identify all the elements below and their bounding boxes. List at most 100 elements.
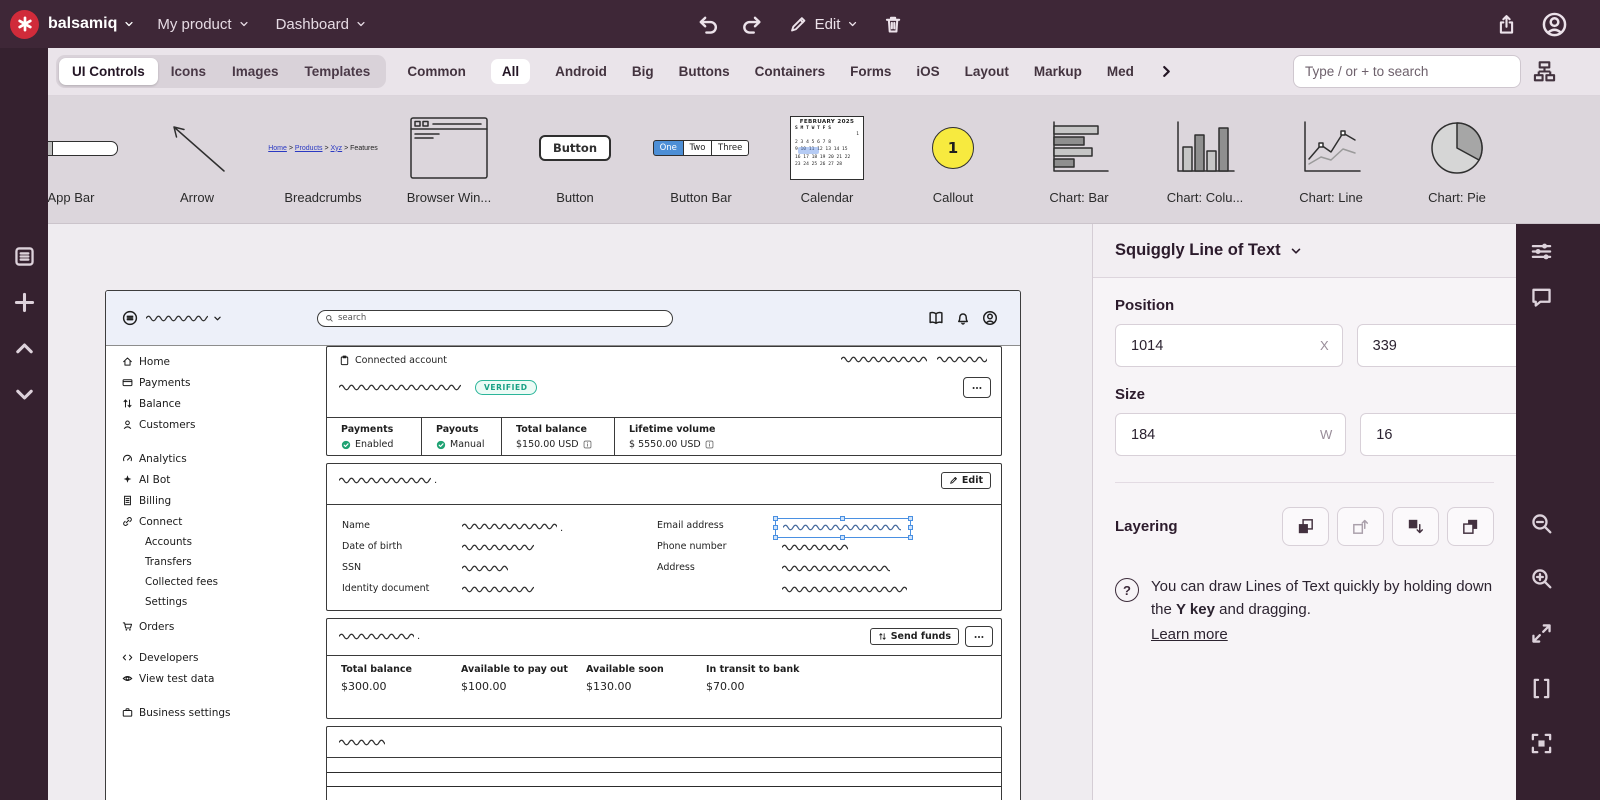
selection-handle-ne[interactable]	[908, 516, 913, 521]
next-page-icon[interactable]	[13, 383, 36, 406]
tab-icons[interactable]: Icons	[158, 58, 219, 85]
inspector-icon[interactable]	[1530, 240, 1553, 263]
palette-item-calendar[interactable]: FEBRUARY 2025 S M T W T F S 1 2 3 4 5 6 …	[764, 96, 890, 205]
mockup-nav-subitem[interactable]: Accounts	[122, 532, 318, 552]
details-title-squiggle[interactable]	[339, 476, 431, 485]
palette-item-chart-column[interactable]: Chart: Colu...	[1142, 96, 1268, 205]
edit-menu[interactable]: Edit	[789, 15, 858, 34]
share-icon[interactable]	[1496, 14, 1517, 35]
bring-forward-button[interactable]	[1337, 507, 1384, 546]
notifications-icon[interactable]	[955, 310, 971, 326]
zoom-in-icon[interactable]	[1530, 567, 1553, 590]
palette-item-chart-pie[interactable]: Chart: Pie	[1394, 96, 1520, 205]
mockup-nav-item[interactable]: Home	[122, 351, 318, 372]
palette-item-arrow[interactable]: Arrow	[134, 96, 260, 205]
presentation-icon[interactable]	[1530, 677, 1553, 700]
brand-menu[interactable]: balsamiq	[48, 15, 134, 33]
mockup-table-card[interactable]	[326, 726, 1002, 800]
project-menu[interactable]: My product	[157, 16, 248, 33]
palette-item-browser-window[interactable]: Browser Win...	[386, 96, 512, 205]
mockup-nav-item[interactable]: Developers	[122, 647, 318, 668]
redo-icon[interactable]	[743, 14, 764, 35]
category-forms[interactable]: Forms	[850, 64, 891, 79]
palette-item-callout[interactable]: 1 Callout	[890, 96, 1016, 205]
selection-handle-w[interactable]	[773, 525, 778, 530]
mockup-header[interactable]: search	[106, 291, 1020, 346]
mockup-nav-item[interactable]: AI Bot	[122, 469, 318, 490]
account-name-squiggle[interactable]	[339, 383, 461, 392]
field-value-squiggle[interactable]: .	[462, 516, 563, 535]
field-value-squiggle[interactable]	[782, 579, 907, 598]
category-buttons[interactable]: Buttons	[679, 64, 730, 79]
width-input[interactable]	[1129, 426, 1320, 444]
mockup-nav-item[interactable]: Analytics	[122, 448, 318, 469]
selected-squiggle[interactable]	[775, 518, 911, 538]
fullscreen-icon[interactable]	[1530, 622, 1553, 645]
x-input[interactable]	[1129, 337, 1320, 355]
selection-handle-se[interactable]	[908, 535, 913, 540]
profile-icon[interactable]	[982, 310, 998, 326]
mockup-nav-subitem[interactable]: Transfers	[122, 552, 318, 572]
category-layout[interactable]: Layout	[965, 64, 1009, 79]
send-to-back-button[interactable]	[1447, 507, 1494, 546]
comments-icon[interactable]	[1530, 286, 1553, 309]
tab-images[interactable]: Images	[219, 58, 292, 85]
mockup-logo-squiggle[interactable]	[146, 314, 208, 323]
mockup-nav-item[interactable]: Balance	[122, 393, 318, 414]
field-value-squiggle[interactable]	[462, 558, 508, 577]
category-containers[interactable]: Containers	[755, 64, 826, 79]
mockup-search-bar[interactable]: search	[317, 310, 673, 327]
send-funds-button[interactable]: Send funds	[870, 628, 959, 645]
palette-item-button-bar[interactable]: OneTwoThree Button Bar	[638, 96, 764, 205]
mockup-nav-item[interactable]: Connect	[122, 511, 318, 532]
selection-handle-s[interactable]	[840, 535, 845, 540]
previous-page-icon[interactable]	[13, 337, 36, 360]
mockup-nav-item[interactable]: Business settings	[122, 702, 318, 723]
palette-item-breadcrumbs[interactable]: Home > Products > Xyz > Features Breadcr…	[260, 96, 386, 205]
mockup-account-card[interactable]: Connected account VERIFIED	[326, 346, 1002, 456]
zoom-out-icon[interactable]	[1530, 512, 1553, 535]
selection-handle-n[interactable]	[840, 516, 845, 521]
inspector-title-menu[interactable]: Squiggly Line of Text	[1093, 224, 1516, 278]
account-more-button[interactable]	[963, 377, 991, 398]
field-value-squiggle[interactable]	[462, 537, 534, 556]
table-title-squiggle[interactable]	[339, 738, 385, 747]
wireframe-sheet[interactable]: search Home Payments Balance Customers A…	[105, 290, 1021, 800]
categories-scroll-right-icon[interactable]	[1159, 64, 1174, 79]
selection-handle-nw[interactable]	[773, 516, 778, 521]
funds-title-squiggle[interactable]	[339, 632, 414, 641]
field-value-squiggle[interactable]	[782, 537, 848, 556]
category-android[interactable]: Android	[555, 64, 607, 79]
category-all[interactable]: All	[491, 59, 530, 84]
mockup-nav-subitem[interactable]: Collected fees	[122, 572, 318, 592]
mockup-nav-subitem[interactable]: Settings	[122, 592, 318, 612]
category-media-truncated[interactable]: Med	[1107, 64, 1134, 79]
mockup-nav-item[interactable]: Customers	[122, 414, 318, 435]
category-big[interactable]: Big	[632, 64, 654, 79]
sitemap-icon[interactable]	[1533, 60, 1556, 83]
selection-handle-e[interactable]	[908, 525, 913, 530]
tab-templates[interactable]: Templates	[292, 58, 384, 85]
bring-to-front-button[interactable]	[1282, 507, 1329, 546]
tab-ui-controls[interactable]: UI Controls	[59, 58, 158, 85]
field-value-squiggle[interactable]	[462, 579, 534, 598]
mockup-menu-icon[interactable]	[122, 310, 138, 326]
fit-to-screen-icon[interactable]	[1530, 732, 1553, 755]
account-icon[interactable]	[1541, 11, 1568, 38]
balsamiq-logo-icon[interactable]	[10, 10, 39, 39]
add-page-icon[interactable]	[13, 291, 36, 314]
field-value-squiggle[interactable]	[782, 558, 890, 577]
palette-item-chart-bar[interactable]: Chart: Bar	[1016, 96, 1142, 205]
mockup-nav-item[interactable]: Payments	[122, 372, 318, 393]
funds-more-button[interactable]	[965, 626, 993, 647]
edit-details-button[interactable]: Edit	[941, 472, 991, 489]
category-markup[interactable]: Markup	[1034, 64, 1082, 79]
palette-item-chart-line[interactable]: Chart: Line	[1268, 96, 1394, 205]
mockup-nav-item[interactable]: View test data	[122, 668, 318, 689]
undo-icon[interactable]	[697, 14, 718, 35]
learn-more-link[interactable]: Learn more	[1151, 624, 1228, 647]
mockup-nav-item[interactable]: Orders	[122, 616, 318, 637]
send-backward-button[interactable]	[1392, 507, 1439, 546]
docs-icon[interactable]	[928, 310, 944, 326]
library-search-input[interactable]	[1293, 55, 1521, 88]
